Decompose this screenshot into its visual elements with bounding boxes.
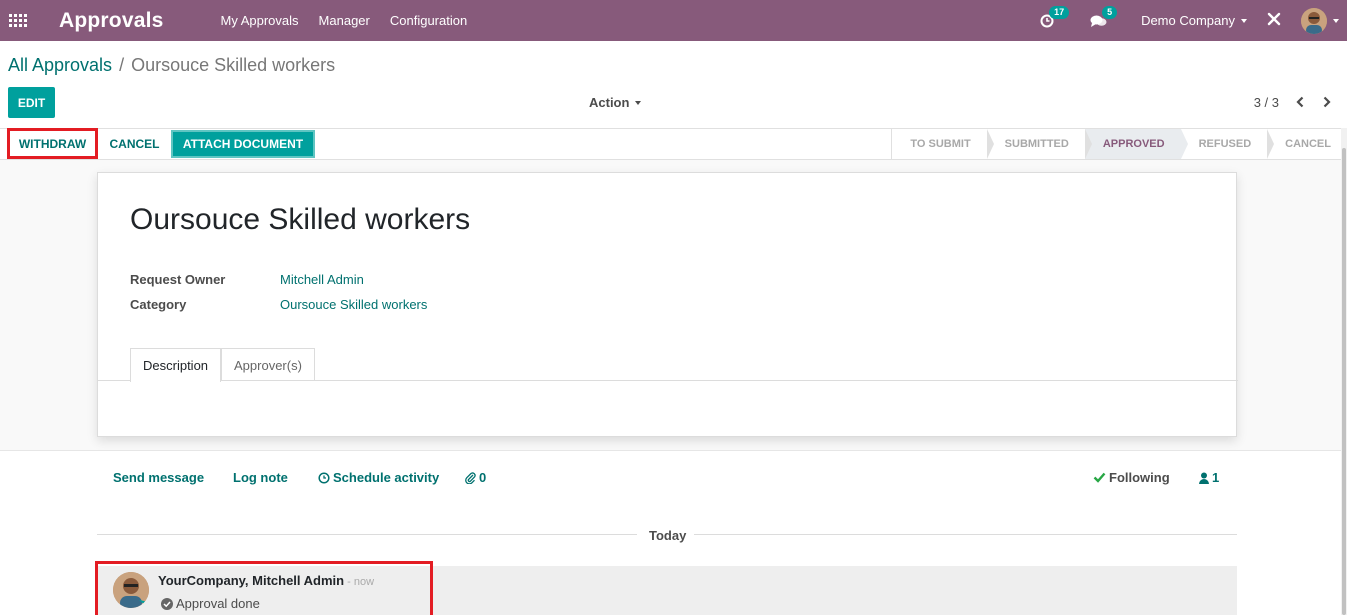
breadcrumb-current: Oursouce Skilled workers — [131, 55, 336, 75]
company-switcher[interactable]: Demo Company — [1141, 13, 1247, 28]
pager-previous-button[interactable] — [1293, 94, 1307, 110]
scrollbar-thumb[interactable] — [1342, 148, 1346, 615]
message-badge: 5 — [1102, 5, 1118, 19]
activity-menu[interactable]: 17 — [1040, 5, 1070, 28]
avatar[interactable] — [113, 572, 149, 608]
schedule-activity-label: Schedule activity — [333, 470, 440, 485]
avatar — [1301, 7, 1327, 34]
action-label: Action — [589, 95, 630, 110]
date-separator: Today — [649, 528, 687, 543]
chevron-down-icon — [1241, 18, 1247, 23]
message-author-name: YourCompany, Mitchell Admin — [158, 573, 345, 588]
clock-icon — [318, 471, 330, 484]
apps-grid-icon[interactable] — [9, 13, 27, 28]
form-statusbar: WITHDRAW CANCEL ATTACH DOCUMENT TO SUBMI… — [0, 128, 1347, 160]
message-author[interactable]: YourCompany, Mitchell Admin - now — [158, 573, 374, 588]
stage-cancel: CANCEL — [1285, 138, 1331, 150]
chatter-divider — [0, 450, 1341, 451]
menu-my-approvals[interactable]: My Approvals — [221, 13, 299, 28]
tools-icon — [1267, 12, 1281, 26]
attachment-count: 0 — [479, 470, 487, 485]
debug-tools[interactable] — [1267, 12, 1281, 29]
paperclip-icon — [465, 471, 476, 484]
attach-document-button[interactable]: ATTACH DOCUMENT — [171, 130, 315, 158]
date-separator-line-right — [694, 534, 1237, 535]
message-body: Approval done — [161, 596, 260, 611]
chevron-right-icon — [1323, 96, 1331, 108]
chevron-left-icon — [1296, 96, 1304, 108]
follower-count: 1 — [1212, 470, 1220, 485]
message-time: - now — [347, 576, 375, 588]
schedule-activity-button[interactable]: Schedule activity — [318, 470, 439, 485]
category-label: Category — [130, 297, 187, 312]
stage-to-submit: TO SUBMIT — [892, 129, 994, 159]
cancel-button[interactable]: CANCEL — [104, 130, 165, 158]
stage-pipeline: TO SUBMIT SUBMITTED APPROVED REFUSED CAN… — [891, 129, 1347, 159]
chevron-down-icon — [1333, 18, 1339, 23]
activity-badge: 17 — [1049, 5, 1070, 19]
user-menu[interactable] — [1301, 7, 1339, 34]
menu-manager[interactable]: Manager — [319, 13, 370, 28]
user-icon — [1199, 472, 1209, 484]
log-note-button[interactable]: Log note — [233, 470, 288, 485]
company-name: Demo Company — [1141, 13, 1235, 28]
attachments-button[interactable]: 0 — [465, 470, 486, 485]
edit-button[interactable]: EDIT — [8, 87, 55, 118]
request-owner-value[interactable]: Mitchell Admin — [280, 272, 364, 287]
form-sheet: Oursouce Skilled workers Request Owner M… — [97, 172, 1238, 437]
messaging-menu[interactable]: 5 — [1090, 5, 1118, 28]
menu-configuration[interactable]: Configuration — [390, 13, 467, 28]
withdraw-button[interactable]: WITHDRAW — [7, 128, 98, 159]
stage-submitted: SUBMITTED — [987, 129, 1093, 159]
action-dropdown[interactable]: Action — [589, 95, 642, 110]
tab-approvers[interactable]: Approver(s) — [221, 348, 315, 381]
tab-description[interactable]: Description — [130, 348, 222, 382]
following-label: Following — [1109, 470, 1170, 485]
pager-value[interactable]: 3 / 3 — [1254, 95, 1279, 110]
check-circle-icon — [161, 597, 173, 610]
followers-button[interactable]: 1 — [1199, 470, 1219, 485]
check-icon — [1093, 472, 1106, 483]
breadcrumb: All Approvals / Oursouce Skilled workers — [8, 55, 335, 76]
app-title[interactable]: Approvals — [59, 9, 164, 33]
date-separator-line-left — [97, 534, 637, 535]
stage-refused: REFUSED — [1181, 129, 1274, 159]
following-button[interactable]: Following — [1093, 470, 1170, 485]
request-owner-label: Request Owner — [130, 272, 226, 287]
systray: 17 5 Demo Company — [1040, 0, 1347, 41]
pager-next-button[interactable] — [1320, 94, 1334, 110]
notebook-tabs: Description Approver(s) — [98, 348, 1238, 382]
chevron-down-icon — [635, 100, 642, 105]
breadcrumb-all-approvals[interactable]: All Approvals — [8, 55, 112, 76]
breadcrumb-separator: / — [119, 55, 125, 75]
stage-approved: APPROVED — [1084, 129, 1188, 159]
message-text: Approval done — [176, 596, 260, 611]
send-message-button[interactable]: Send message — [113, 470, 204, 485]
page-scrollbar[interactable] — [1341, 128, 1347, 615]
top-navbar: Approvals My Approvals Manager Configura… — [0, 0, 1347, 41]
category-value[interactable]: Oursouce Skilled workers — [280, 297, 427, 312]
main-menu: My Approvals Manager Configuration — [221, 13, 488, 28]
record-title: Oursouce Skilled workers — [130, 203, 471, 236]
